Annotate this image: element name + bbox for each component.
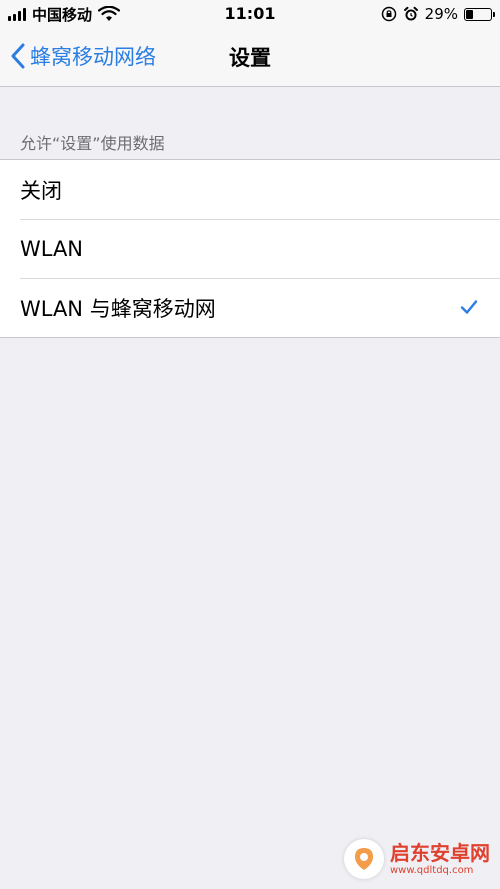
status-right: 29%: [381, 4, 495, 24]
battery-icon: [464, 7, 495, 21]
watermark: 启东安卓网 www.qdltdq.com: [344, 835, 494, 883]
watermark-name: 启东安卓网: [390, 840, 490, 865]
navigation-bar: 蜂窝移动网络 设置: [0, 28, 500, 87]
alarm-icon: [403, 6, 418, 21]
orientation-lock-icon: [381, 6, 396, 22]
option-wlan-and-cellular[interactable]: WLAN 与蜂窝移动网: [0, 278, 500, 337]
section-header: 允许“设置”使用数据: [20, 134, 165, 153]
watermark-text: 启东安卓网 www.qdltdq.com: [390, 843, 490, 876]
checkmark-icon: [460, 300, 478, 314]
option-label: WLAN: [20, 236, 84, 261]
page-title: 设置: [229, 46, 271, 70]
battery-percent: 29%: [424, 5, 458, 23]
option-label: 关闭: [20, 178, 62, 203]
option-wlan[interactable]: WLAN: [0, 219, 500, 278]
status-bar: 中国移动 11:01 29%: [0, 0, 500, 28]
watermark-logo-icon: [344, 839, 384, 879]
battery-fill: [466, 9, 473, 19]
watermark-url: www.qdltdq.com: [390, 864, 474, 876]
option-list: 关闭 WLAN WLAN 与蜂窝移动网: [0, 159, 500, 338]
option-label: WLAN 与蜂窝移动网: [20, 296, 216, 321]
option-off[interactable]: 关闭: [0, 160, 500, 219]
